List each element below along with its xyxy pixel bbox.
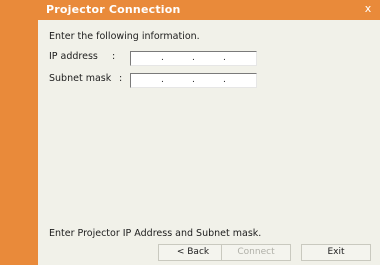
subnet-mask-dot-2: . xyxy=(192,75,195,85)
exit-button[interactable]: Exit xyxy=(301,244,371,261)
window-title: Projector Connection xyxy=(46,3,181,16)
connect-button[interactable]: Connect xyxy=(221,244,291,261)
projector-connection-window: Projector Connection x Enter the followi… xyxy=(0,0,380,265)
subnet-mask-dot-1: . xyxy=(161,75,164,85)
subnet-mask-label: Subnet mask xyxy=(49,73,112,84)
close-icon[interactable]: x xyxy=(362,3,374,15)
status-message: Enter Projector IP Address and Subnet ma… xyxy=(49,228,262,239)
ip-address-dot-2: . xyxy=(192,53,195,63)
subnet-mask-field[interactable]: . . . xyxy=(130,73,257,88)
ip-address-colon: : xyxy=(112,51,116,62)
subnet-mask-dot-3: . xyxy=(223,75,226,85)
subnet-mask-colon: : xyxy=(119,73,123,84)
ip-address-field[interactable]: . . . xyxy=(130,51,257,66)
title-bar: Projector Connection x xyxy=(0,0,380,20)
back-button[interactable]: < Back xyxy=(158,244,228,261)
ip-address-dot-3: . xyxy=(223,53,226,63)
instruction-text: Enter the following information. xyxy=(49,31,200,42)
ip-address-label: IP address xyxy=(49,51,98,62)
ip-address-dot-1: . xyxy=(161,53,164,63)
dialog-body: Enter the following information. IP addr… xyxy=(38,20,380,265)
